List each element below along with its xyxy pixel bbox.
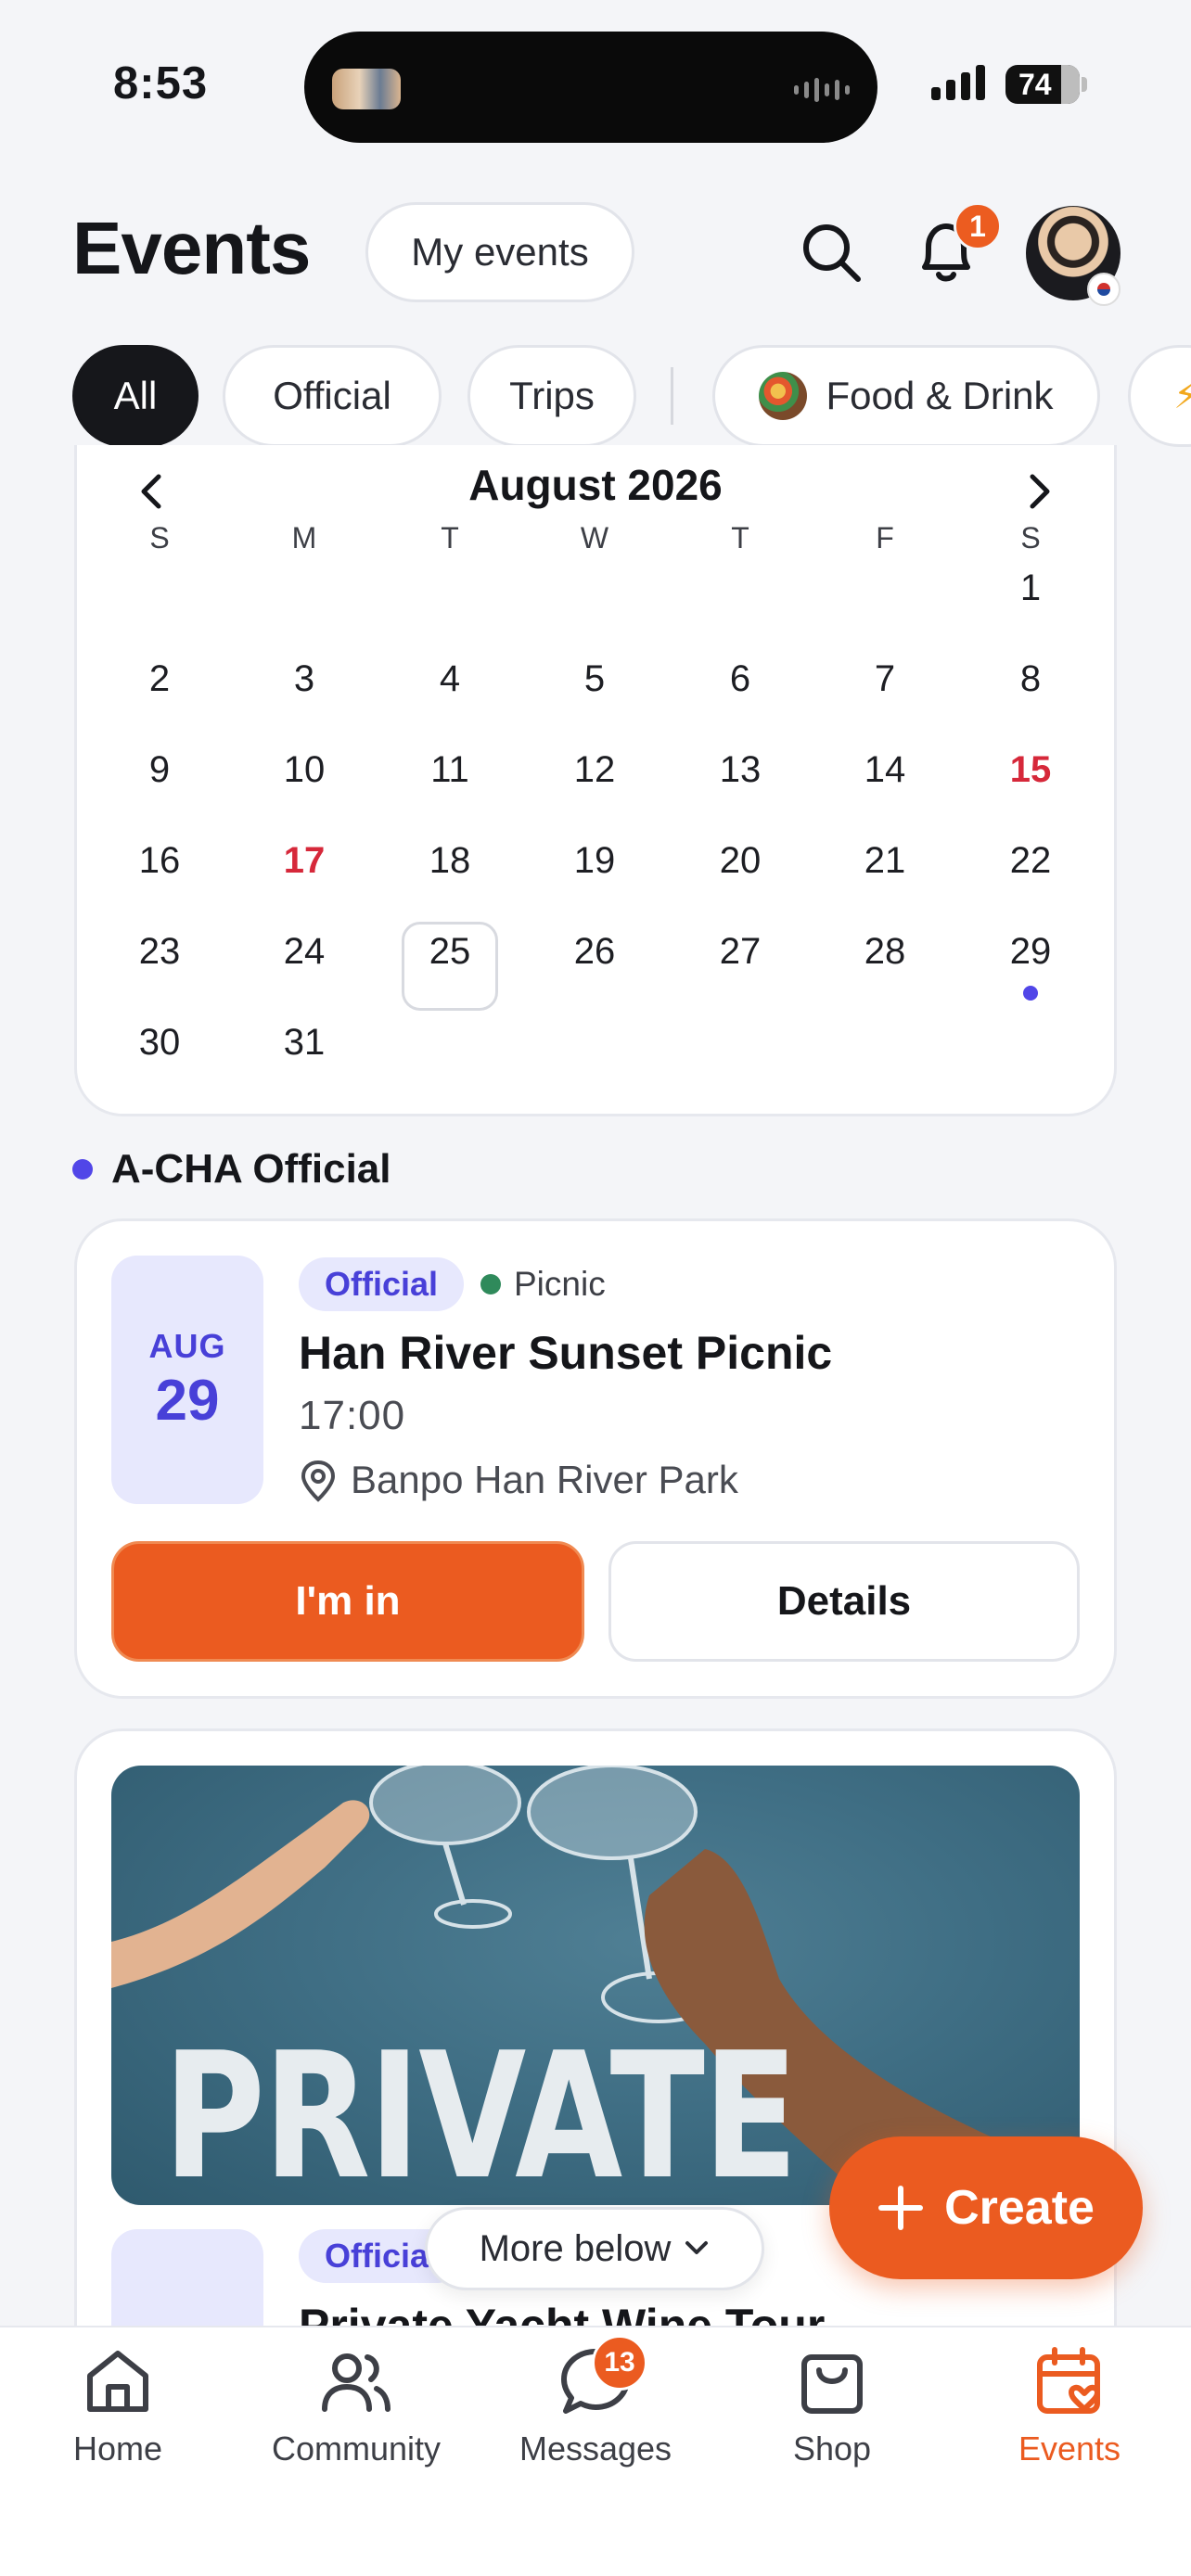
calendar-day[interactable]: 8 [958,658,1103,700]
plus-icon [878,2186,924,2230]
my-events-button[interactable]: My events [365,202,634,302]
calendar-day[interactable]: 28 [813,931,957,973]
event-title[interactable]: Private Yacht Wine Tour [299,2298,825,2329]
event-month: AUG [148,1326,226,1365]
calendar-day[interactable]: 19 [522,840,667,882]
section-dot [72,1159,93,1180]
event-date-tile: AUG 29 [111,1256,263,1504]
food-drink-icon [759,372,808,420]
calendar-day[interactable]: 11 [378,749,522,791]
audio-wave-icon [794,78,850,102]
calendar-day[interactable]: 5 [522,658,667,700]
battery-cap [1082,77,1087,92]
calendar-day[interactable]: 1 [958,567,1103,609]
calendar-day[interactable]: 23 [87,931,232,973]
filter-chip-food-drink[interactable]: Food & Drink [712,345,1100,447]
calendar-day[interactable]: 24 [232,931,377,973]
shop-icon [801,2354,863,2414]
section-label: A-CHA Official [111,1146,391,1192]
tab-community[interactable]: Community [250,2344,463,2468]
calendar-day[interactable]: 3 [232,658,377,700]
community-icon [322,2353,391,2412]
calendar-day[interactable]: 7 [813,658,957,700]
calendar-day[interactable]: 16 [87,840,232,882]
battery-indicator: 74 [1005,65,1080,104]
calendar-day[interactable]: 13 [668,749,813,791]
weekday-label: T [441,521,459,555]
filter-chip-all[interactable]: All [72,345,198,447]
notification-badge: 1 [954,202,1002,250]
tab-label: Events [1018,2429,1121,2468]
status-time: 8:53 [113,58,209,108]
calendar-day[interactable]: 31 [232,1022,377,1064]
filter-divider [671,367,673,425]
event-indicator-dot [1023,986,1038,1001]
details-button[interactable]: Details [608,1541,1080,1662]
calendar-day[interactable]: 22 [958,840,1103,882]
tab-label: Community [271,2429,442,2468]
image-overlay-text: PRIVATE [163,2016,798,2206]
calendar-day[interactable]: 2 [87,658,232,700]
previous-month-button[interactable] [124,464,180,519]
calendar-day[interactable]: 4 [378,658,522,700]
calendar-day[interactable]: 25 [378,931,522,973]
filter-chip-official[interactable]: Official [223,345,442,447]
dynamic-island [304,32,877,143]
tab-label: Messages [519,2429,672,2468]
weekday-label: S [149,521,170,555]
weekday-label: F [876,521,894,555]
weekday-label: T [731,521,749,555]
category-dot [480,1274,501,1294]
messages-badge: 13 [592,2335,647,2391]
search-icon[interactable] [796,217,866,287]
calendar-day[interactable]: 30 [87,1022,232,1064]
tab-home[interactable]: Home [11,2344,224,2468]
event-time: 17:00 [299,1393,406,1438]
calendar-day[interactable]: 27 [668,931,813,973]
battery-level: 74 [1018,67,1052,101]
filter-chip-trips[interactable]: Trips [467,345,636,447]
home-icon [87,2351,148,2412]
filter-chip-more[interactable]: ⚡ [1128,345,1191,447]
calendar-heart-icon [1037,2347,1100,2414]
weekday-label: S [1020,521,1041,555]
more-below-label: More below [479,2227,672,2269]
location-pin-icon [299,1460,338,1502]
weekday-label: W [580,521,609,555]
weekday-label: M [291,521,317,555]
calendar-day[interactable]: 9 [87,749,232,791]
more-below-button[interactable]: More below [425,2207,764,2290]
calendar-day[interactable]: 15 [958,749,1103,791]
calendar-day[interactable]: 10 [232,749,377,791]
official-tag: Official [299,1257,465,1311]
calendar-day[interactable]: 18 [378,840,522,882]
calendar-day[interactable]: 20 [668,840,813,882]
tab-label: Home [72,2429,163,2468]
calendar-day[interactable]: 26 [522,931,667,973]
korea-flag-icon [1087,273,1121,306]
cellular-signal-icon [931,65,985,100]
create-button[interactable]: Create [829,2136,1143,2279]
page-title: Events [72,207,311,289]
tab-label: Shop [792,2429,872,2468]
im-in-button[interactable]: I'm in [111,1541,584,1662]
now-playing-thumbnail [332,69,401,109]
tab-shop[interactable]: Shop [725,2344,939,2468]
lightning-icon: ⚡ [1173,376,1191,416]
filter-chip-label: Food & Drink [826,374,1054,417]
calendar-day[interactable]: 29 [958,931,1103,973]
create-label: Create [944,2181,1095,2235]
tab-events[interactable]: Events [963,2344,1176,2468]
event-title[interactable]: Han River Sunset Picnic [299,1326,832,1380]
calendar-day[interactable]: 12 [522,749,667,791]
calendar-day[interactable]: 14 [813,749,957,791]
event-day: 29 [155,1368,220,1433]
chevron-down-icon [685,2241,709,2254]
calendar-day[interactable]: 21 [813,840,957,882]
calendar-day[interactable]: 17 [232,840,377,882]
event-location: Banpo Han River Park [351,1458,738,1501]
event-category: Picnic [514,1265,606,1303]
calendar-day[interactable]: 6 [668,658,813,700]
next-month-button[interactable] [1011,464,1067,519]
